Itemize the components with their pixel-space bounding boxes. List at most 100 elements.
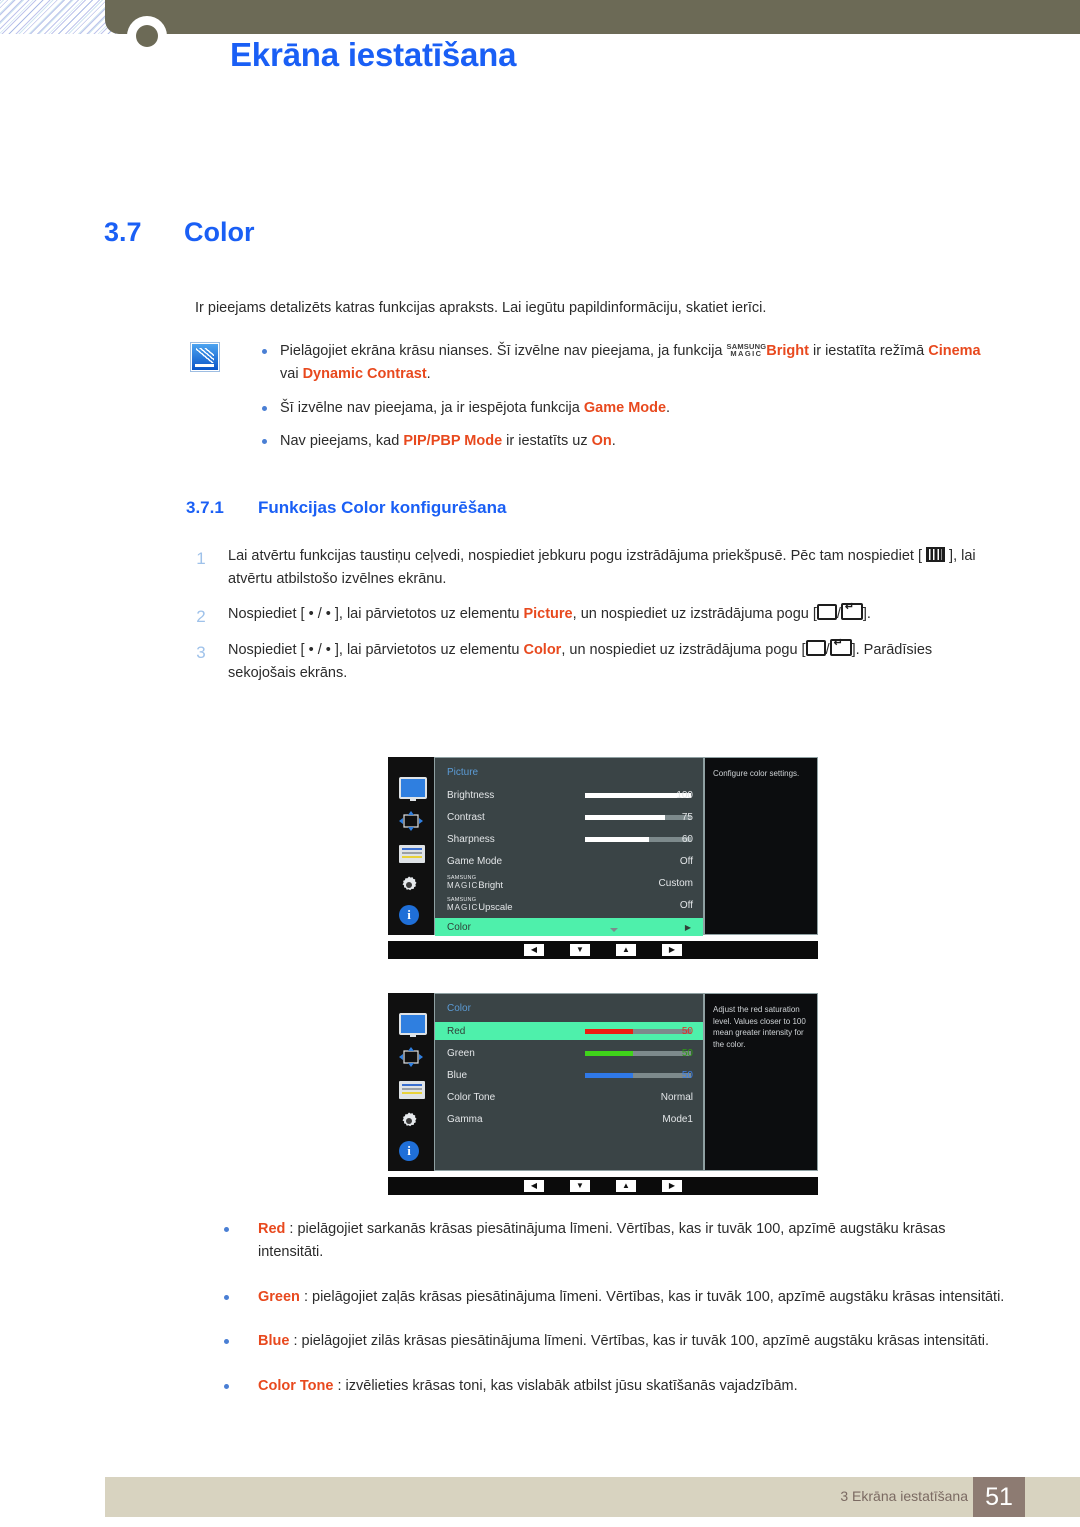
osd-picture-title: Picture	[447, 767, 479, 778]
lower-bullets-list: Red : pielāgojiet sarkanās krāsas piesāt…	[196, 1218, 1006, 1419]
osd-row-label: Red	[447, 1025, 466, 1037]
osd-row-sharpness[interactable]: Sharpness 60	[435, 830, 703, 848]
magic-mid: MAGIC	[447, 903, 479, 912]
list-item: Color Tone : izvēlieties krāsas toni, ka…	[196, 1375, 1006, 1398]
step-number: 3	[196, 642, 206, 662]
blue-slider[interactable]	[585, 1073, 691, 1078]
note-0-conj: vai	[280, 366, 303, 383]
gear-icon[interactable]	[399, 1111, 419, 1131]
note-2-hl1: PIP/PBP Mode	[403, 433, 503, 450]
section-intro: Ir pieejams detalizēts katras funkcijas …	[195, 300, 767, 316]
osd-color-help: Adjust the red saturation level. Values …	[704, 993, 818, 1171]
enter-key-icon	[829, 637, 852, 656]
nav-right-button[interactable]: ▶	[662, 944, 682, 956]
osd-row-label: Game Mode	[447, 855, 503, 867]
note-2-mid: ir iestatīts uz	[502, 433, 592, 450]
enter-key-icon	[840, 601, 863, 621]
osd-row-gamma[interactable]: Gamma Mode1	[435, 1110, 703, 1128]
osd-color-title: Color	[447, 1003, 471, 1014]
osd-nav-bar: ◀ ▼ ▲ ▶	[388, 1177, 818, 1195]
note-1-pre: Šī izvēlne nav pieejama, ja ir iespējota…	[280, 399, 584, 416]
magic-word: Bright	[478, 880, 504, 891]
osd-row-value: 50	[681, 1025, 693, 1037]
note-1-hl1: Game Mode	[583, 399, 667, 416]
gear-icon[interactable]	[399, 875, 419, 895]
osd-row-color[interactable]: Color ▶	[435, 918, 703, 936]
info-icon[interactable]: i	[399, 1141, 419, 1161]
step-1-a: Nospiediet [ • / • ], lai pārvietotos uz…	[228, 606, 524, 623]
osd-row-label: SAMSUNG MAGICUpscale	[447, 897, 513, 913]
note-0-mid: ir iestatīta režīmā	[808, 343, 929, 359]
nav-left-button[interactable]: ◀	[524, 944, 544, 956]
nav-down-button[interactable]: ▼	[570, 944, 590, 956]
osd-row-magicupscale[interactable]: SAMSUNG MAGICUpscale Off	[435, 896, 703, 914]
note-pencil-icon	[191, 343, 219, 371]
osd-row-contrast[interactable]: Contrast 75	[435, 808, 703, 826]
note-2-pre: Nav pieejams, kad	[280, 433, 404, 450]
nav-left-button[interactable]: ◀	[524, 1180, 544, 1192]
note-0-post: .	[426, 366, 431, 383]
osd-row-label: Color Tone	[447, 1091, 496, 1103]
osd-row-label: Sharpness	[447, 833, 495, 845]
osd-row-label: Green	[447, 1047, 475, 1059]
osd-color-menu: i Color Red 50 Green 50 Blue 50 Color To…	[388, 993, 818, 1195]
bullet-term: Red	[258, 1221, 286, 1237]
info-icon[interactable]: i	[399, 905, 419, 925]
brightness-slider[interactable]	[585, 793, 691, 798]
steps-list: 1 Lai atvērtu funkcijas taustiņu ceļvedi…	[186, 545, 1001, 697]
list-icon[interactable]	[399, 1081, 425, 1099]
monitor-icon[interactable]	[399, 1013, 427, 1037]
osd-row-blue[interactable]: Blue 50	[435, 1066, 703, 1084]
osd-row-green[interactable]: Green 50	[435, 1044, 703, 1062]
osd-picture-menu: i Picture Brightness 100 Contrast 75 Sha…	[388, 757, 818, 959]
step-1-hl: Picture	[523, 606, 573, 623]
nav-up-button[interactable]: ▲	[616, 1180, 636, 1192]
osd-picture-help: Configure color settings.	[704, 757, 818, 935]
note-0-hl1: Cinema	[928, 343, 981, 359]
chapter-circle-inner-icon	[136, 25, 158, 47]
header-bar	[105, 0, 1080, 34]
osd-row-red[interactable]: Red 50	[435, 1022, 703, 1040]
list-item: Blue : pielāgojiet zilās krāsas piesātin…	[196, 1330, 1006, 1353]
osd-row-value: Custom	[658, 877, 693, 889]
osd-row-magicbright[interactable]: SAMSUNG MAGICBright Custom	[435, 874, 703, 892]
list-item: Red : pielāgojiet sarkanās krāsas piesāt…	[196, 1218, 1006, 1265]
osd-row-label: Gamma	[447, 1113, 483, 1125]
sharpness-slider[interactable]	[585, 837, 691, 842]
list-icon[interactable]	[399, 845, 425, 863]
subsection-heading: 3.7.1 Funkcijas Color konfigurēšana	[186, 498, 506, 518]
bullet-term: Blue	[258, 1333, 290, 1350]
osd-row-value: Off	[679, 855, 693, 867]
nav-right-button[interactable]: ▶	[662, 1180, 682, 1192]
monitor-icon[interactable]	[399, 777, 427, 801]
note-item: Pielāgojiet ekrāna krāsu nianses. Šī izv…	[248, 340, 988, 387]
osd-row-brightness[interactable]: Brightness 100	[435, 786, 703, 804]
step-1-b: , un nospiediet uz izstrādājuma pogu [	[572, 606, 817, 623]
osd-row-label: Brightness	[447, 789, 495, 801]
note-item: Šī izvēlne nav pieejama, ja ir iespējota…	[248, 397, 988, 420]
footer-chapter-label: 3 Ekrāna iestatīšana	[840, 1488, 968, 1504]
subsection-title: Funkcijas Color konfigurēšana	[258, 498, 507, 517]
move-icon[interactable]	[399, 811, 423, 831]
bullet-term: Color Tone	[258, 1377, 334, 1394]
note-1-post: .	[666, 399, 671, 416]
osd-row-label: Color	[447, 921, 471, 933]
page-title: Ekrāna iestatīšana	[230, 36, 517, 73]
step-1-d: ].	[862, 606, 871, 623]
osd-row-game-mode[interactable]: Game Mode Off	[435, 852, 703, 870]
osd-sidebar: i	[388, 757, 434, 935]
contrast-slider[interactable]	[585, 815, 691, 820]
osd-row-color-tone[interactable]: Color Tone Normal	[435, 1088, 703, 1106]
osd-picture-panel: Picture Brightness 100 Contrast 75 Sharp…	[434, 757, 704, 936]
red-slider[interactable]	[585, 1029, 691, 1034]
osd-row-label: SAMSUNG MAGICBright	[447, 875, 504, 891]
list-item: Green : pielāgojiet zaļās krāsas piesāti…	[196, 1286, 1006, 1309]
nav-up-button[interactable]: ▲	[616, 944, 636, 956]
step-number: 2	[196, 607, 206, 627]
osd-row-value: 75	[681, 811, 693, 823]
move-icon[interactable]	[399, 1047, 423, 1067]
nav-down-button[interactable]: ▼	[570, 1180, 590, 1192]
osd-row-label: Blue	[447, 1069, 468, 1081]
green-slider[interactable]	[585, 1051, 691, 1056]
osd-row-value: 50	[681, 1047, 693, 1059]
